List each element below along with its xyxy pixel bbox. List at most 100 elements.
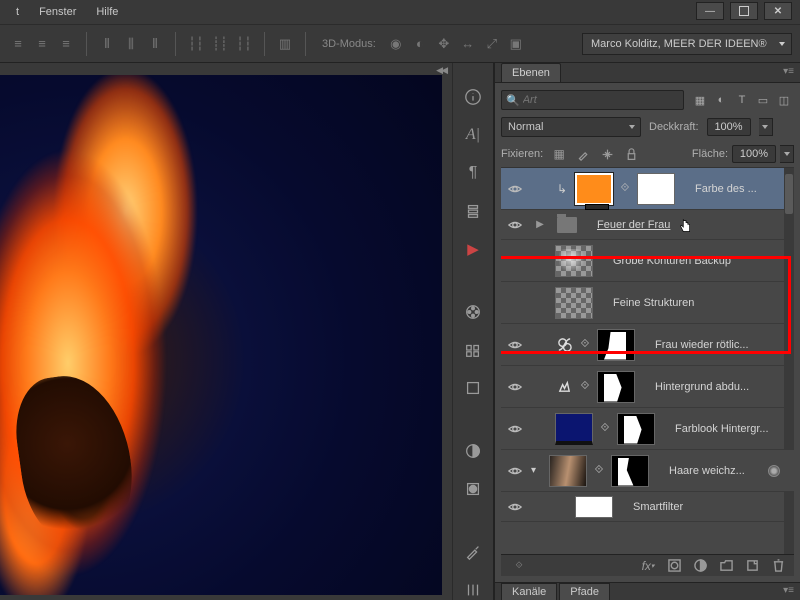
layer-name[interactable]: Grobe Konturen Backup [613, 255, 790, 267]
opacity-value[interactable]: 100% [707, 118, 751, 136]
filter-pixel-icon[interactable]: ▦ [690, 91, 710, 109]
layer-mask-thumbnail[interactable] [617, 413, 655, 445]
mask-link-icon[interactable]: ⟐ [593, 464, 605, 477]
visibility-toggle[interactable] [505, 338, 525, 352]
tab-ebenen[interactable]: Ebenen [501, 63, 561, 82]
new-adjustment-icon[interactable] [692, 558, 708, 574]
spacing-icon[interactable]: ┆┆ [234, 34, 254, 54]
distribute-icon[interactable]: ⫴ [145, 34, 165, 54]
layer-smartfilter[interactable]: Smartfilter [501, 492, 794, 522]
mask-link-icon[interactable]: ⟐ [619, 182, 631, 195]
fill-slider-toggle[interactable] [780, 145, 794, 163]
filter-type-icon[interactable]: T [732, 91, 752, 109]
panel-menu-icon[interactable]: ▾≡ [783, 66, 794, 77]
styles-panel-icon[interactable] [461, 378, 485, 398]
maximize-button[interactable] [730, 2, 758, 20]
add-mask-icon[interactable] [666, 558, 682, 574]
layer-name[interactable]: Smartfilter [633, 501, 790, 513]
mask-link-icon[interactable]: ⟐ [579, 338, 591, 351]
menu-item-fenster[interactable]: Fenster [29, 2, 86, 22]
lock-pixels-icon[interactable] [575, 146, 591, 162]
fill-value[interactable]: 100% [732, 145, 776, 163]
visibility-toggle[interactable]: ○ [505, 253, 525, 268]
tab-pfade[interactable]: Pfade [559, 583, 610, 600]
visibility-toggle[interactable] [505, 218, 525, 232]
align-center-icon[interactable]: ≡ [32, 34, 52, 54]
info-panel-icon[interactable] [461, 87, 485, 107]
layer-thumbnail[interactable] [575, 173, 613, 205]
layers-scrollbar[interactable] [784, 168, 794, 554]
layer-haare-weichz[interactable]: ▾ ⟐ Haare weichz... [501, 450, 794, 492]
lock-position-icon[interactable] [599, 146, 615, 162]
layer-name[interactable]: Feine Strukturen [613, 297, 790, 309]
layer-farbe-des[interactable]: ↳ ⟐ Farbe des ... [501, 168, 794, 210]
layer-name[interactable]: Farbe des ... [695, 183, 790, 195]
disclosure-triangle-icon[interactable]: ▶ [531, 219, 549, 230]
opacity-slider-toggle[interactable] [759, 118, 773, 136]
smart-filter-disclosure-icon[interactable]: ▾ [531, 465, 543, 476]
close-button[interactable]: ✕ [764, 2, 792, 20]
layer-hintergrund-abdu[interactable]: ⟐ Hintergrund abdu... [501, 366, 794, 408]
layer-grobe-konturen[interactable]: ○ Grobe Konturen Backup [501, 240, 794, 282]
layer-thumbnail[interactable] [555, 413, 593, 445]
layer-feine-strukturen[interactable]: ○ Feine Strukturen [501, 282, 794, 324]
layer-name[interactable]: Farblook Hintergr... [675, 423, 790, 435]
swatches-panel-icon[interactable] [461, 340, 485, 360]
history-panel-icon[interactable] [461, 201, 485, 221]
3d-zoom-icon[interactable]: ⤢ [482, 34, 502, 54]
3d-orbit-icon[interactable]: ◉ [386, 34, 406, 54]
layer-filter-dropdown[interactable]: 🔍 [501, 90, 684, 110]
mask-link-icon[interactable]: ⟐ [579, 380, 591, 393]
visibility-toggle[interactable] [505, 464, 525, 478]
paragraph-panel-icon[interactable]: ¶ [461, 163, 485, 183]
layer-fx-icon[interactable]: fx▾ [640, 558, 656, 574]
layer-mask-thumbnail[interactable] [597, 371, 635, 403]
color-panel-icon[interactable] [461, 302, 485, 322]
distribute-h-icon[interactable]: ⫴ [97, 34, 117, 54]
align-left-icon[interactable]: ≡ [8, 34, 28, 54]
document-canvas[interactable] [0, 75, 442, 595]
layer-frau-roetlich[interactable]: ⟐ Frau wieder rötlic... [501, 324, 794, 366]
filter-smart-icon[interactable]: ◫ [774, 91, 794, 109]
layer-thumbnail[interactable] [549, 455, 587, 487]
align-right-icon[interactable]: ≡ [56, 34, 76, 54]
layer-group-feuer-der-frau[interactable]: ▶ Feuer der Frau [501, 210, 794, 240]
blend-mode-dropdown[interactable]: Normal [501, 117, 641, 137]
delete-layer-icon[interactable] [770, 558, 786, 574]
masks-panel-icon[interactable] [461, 479, 485, 499]
spacing-v-icon[interactable]: ┊┊ [210, 34, 230, 54]
link-layers-icon[interactable]: ⟐ [511, 558, 527, 574]
tab-kanaele[interactable]: Kanäle [501, 583, 557, 600]
lock-all-icon[interactable] [623, 146, 639, 162]
filter-mask-thumbnail[interactable] [575, 496, 613, 518]
minimize-button[interactable]: — [696, 2, 724, 20]
visibility-toggle[interactable] [505, 500, 525, 514]
distribute-v-icon[interactable]: ⫼ [121, 34, 141, 54]
panel-menu-icon[interactable]: ▾≡ [783, 585, 794, 596]
layer-thumbnail[interactable] [555, 245, 593, 277]
layer-mask-thumbnail[interactable] [597, 329, 635, 361]
layer-mask-thumbnail[interactable] [637, 173, 675, 205]
layer-filter-input[interactable] [523, 94, 583, 106]
layer-farblook-hintergrund[interactable]: ⟐ Farblook Hintergr... [501, 408, 794, 450]
visibility-toggle[interactable]: ○ [505, 295, 525, 310]
menu-item-hilfe[interactable]: Hilfe [86, 2, 128, 22]
filter-adjust-icon[interactable]: ◐ [711, 91, 731, 109]
3d-pan-icon[interactable]: ✥ [434, 34, 454, 54]
brush-panel-icon[interactable] [461, 542, 485, 562]
mask-link-icon[interactable]: ⟐ [599, 422, 611, 435]
filter-shape-icon[interactable]: ▭ [753, 91, 773, 109]
visibility-toggle[interactable] [505, 182, 525, 196]
new-group-icon[interactable] [718, 558, 734, 574]
visibility-toggle[interactable] [505, 380, 525, 394]
character-panel-icon[interactable]: A| [461, 125, 485, 145]
workspace-dropdown[interactable]: Marco Kolditz, MEER DER IDEEN® [582, 33, 792, 55]
layer-name[interactable]: Hintergrund abdu... [655, 381, 790, 393]
3d-camera-icon[interactable]: ▣ [506, 34, 526, 54]
3d-roll-icon[interactable]: ◐ [410, 34, 430, 54]
new-layer-icon[interactable] [744, 558, 760, 574]
auto-align-icon[interactable]: ▥ [275, 34, 295, 54]
layer-mask-thumbnail[interactable] [611, 455, 649, 487]
spacing-h-icon[interactable]: ┆┆ [186, 34, 206, 54]
brush-presets-panel-icon[interactable] [461, 580, 485, 600]
